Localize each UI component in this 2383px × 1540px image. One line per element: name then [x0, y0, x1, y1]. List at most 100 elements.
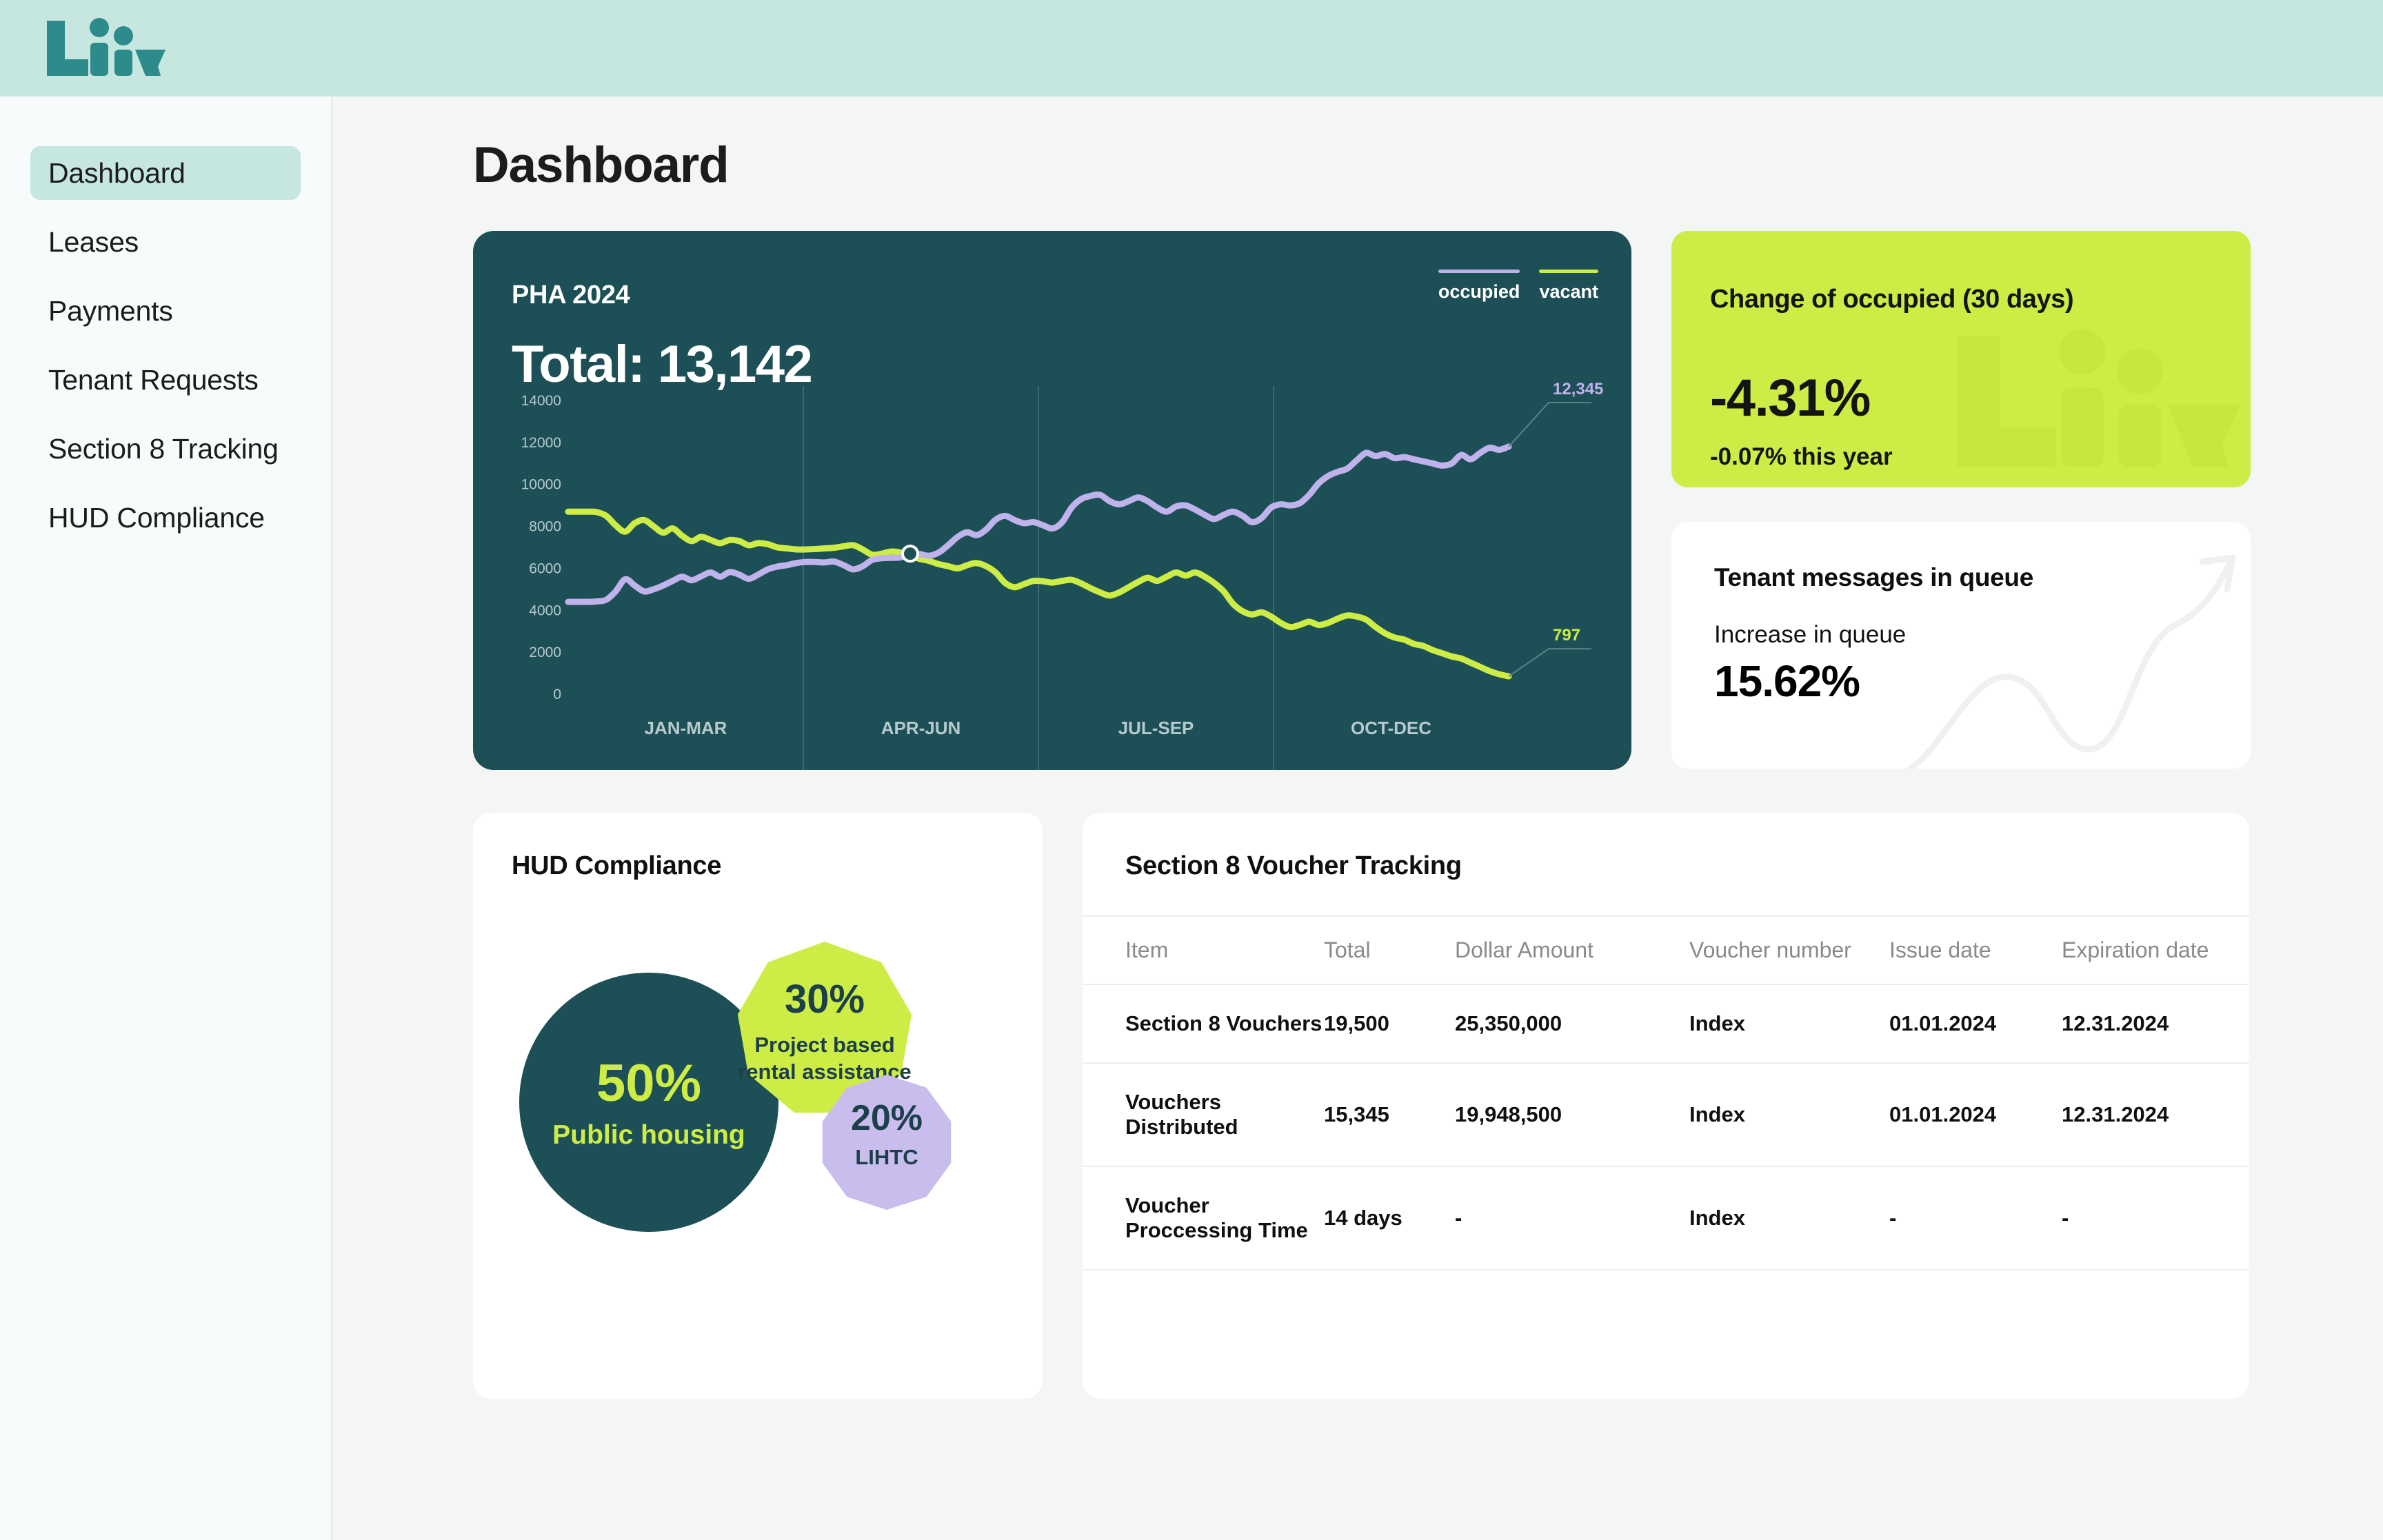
- chart-total-value: Total: 13,142: [512, 335, 813, 394]
- sidebar-item-label: Leases: [48, 225, 139, 258]
- svg-text:797: 797: [1553, 626, 1580, 645]
- sidebar-item-label: Dashboard: [48, 156, 185, 189]
- cell-voucher: Index: [1689, 1166, 1889, 1270]
- bubble-project-based-pct: 30%: [785, 977, 865, 1022]
- bubble-public-housing-pct: 50%: [596, 1054, 701, 1113]
- cell-total: 19,500: [1324, 984, 1455, 1064]
- hud-compliance-card: HUD Compliance 50% Public housing 30% Pr…: [473, 813, 1043, 1399]
- svg-text:JUL-SEP: JUL-SEP: [1118, 718, 1194, 738]
- sidebar-item-label: Section 8 Tracking: [48, 432, 279, 465]
- bubble-lihtc-label: LIHTC: [855, 1145, 918, 1169]
- table-row[interactable]: Voucher Proccessing Time 14 days - Index…: [1083, 1166, 2249, 1270]
- column-header-voucher-number[interactable]: Voucher number: [1689, 915, 1889, 985]
- table-header: Item Total Dollar Amount Voucher number …: [1083, 915, 2249, 985]
- occupancy-line-chart: 0 2000 4000 6000 8000 10000 12000 14000 JAN-MAR…: [521, 380, 1603, 770]
- voucher-tracking-table: Item Total Dollar Amount Voucher number …: [1083, 915, 2249, 1270]
- column-header-expiration-date[interactable]: Expiration date: [2062, 915, 2249, 985]
- kpi-column: Change of occupied (30 days) -4.31% -0.0…: [1671, 231, 2251, 769]
- crossover-marker: [901, 545, 919, 563]
- change-of-occupied-card: Change of occupied (30 days) -4.31% -0.0…: [1671, 231, 2251, 487]
- svg-text:4000: 4000: [529, 602, 561, 618]
- series-end-labels: 12,345 797: [1508, 380, 1603, 677]
- bubble-lihtc-pct: 20%: [851, 1098, 923, 1138]
- top-bar: [0, 0, 2383, 97]
- table-row[interactable]: Vouchers Distributed 15,345 19,948,500 I…: [1083, 1063, 2249, 1167]
- cell-total: 14 days: [1324, 1166, 1455, 1270]
- cell-item: Voucher Proccessing Time: [1083, 1166, 1324, 1270]
- chart-legend: occupied vacant: [1438, 270, 1598, 303]
- legend-label-occupied: occupied: [1438, 281, 1520, 302]
- bubble-project-based-label-line1: Project based: [754, 1033, 894, 1057]
- sidebar-item-label: Tenant Requests: [48, 363, 259, 396]
- cell-expiration-date: -: [2062, 1166, 2249, 1270]
- queue-card-subtitle: Increase in queue: [1714, 621, 1907, 648]
- kpi-change-title: Change of occupied (30 days): [1710, 285, 2074, 314]
- top-row: 0 2000 4000 6000 8000 10000 12000 14000 JAN-MAR…: [473, 231, 2383, 770]
- column-header-issue-date[interactable]: Issue date: [1889, 915, 2062, 985]
- queue-card-value: 15.62%: [1714, 656, 1860, 706]
- sidebar-item-label: Payments: [48, 294, 173, 327]
- svg-text:8000: 8000: [529, 519, 561, 535]
- cell-amount: 19,948,500: [1455, 1063, 1689, 1167]
- sidebar-item-payments[interactable]: Payments: [30, 284, 301, 338]
- svg-text:6000: 6000: [529, 560, 561, 576]
- sidebar-item-label: HUD Compliance: [48, 501, 265, 534]
- svg-text:APR-JUN: APR-JUN: [881, 718, 961, 738]
- svg-text:10000: 10000: [521, 477, 561, 493]
- cell-expiration-date: 12.31.2024: [2062, 984, 2249, 1064]
- liiv-logo-icon: [47, 18, 165, 76]
- section-8-voucher-tracking-card: Section 8 Voucher Tracking Item Total Do…: [1083, 813, 2249, 1399]
- cell-issue-date: 01.01.2024: [1889, 984, 2062, 1064]
- page-title: Dashboard: [473, 137, 730, 193]
- cell-amount: 25,350,000: [1455, 984, 1689, 1064]
- sidebar-item-tenant-requests[interactable]: Tenant Requests: [30, 353, 301, 407]
- kpi-change-value: -4.31%: [1710, 369, 1871, 427]
- cell-total: 15,345: [1324, 1063, 1455, 1167]
- pha-occupancy-chart-card: 0 2000 4000 6000 8000 10000 12000 14000 JAN-MAR…: [473, 231, 1631, 770]
- chart-y-axis-ticks: 0 2000 4000 6000 8000 10000 12000 14000: [521, 393, 561, 702]
- column-header-total[interactable]: Total: [1324, 915, 1455, 985]
- hud-compliance-bubble-chart: 50% Public housing 30% Project based ren…: [519, 942, 952, 1232]
- legend-item-vacant[interactable]: vacant: [1539, 270, 1598, 303]
- svg-text:12000: 12000: [521, 435, 561, 451]
- cell-issue-date: 01.01.2024: [1889, 1063, 2062, 1167]
- table-header-row: Item Total Dollar Amount Voucher number …: [1083, 915, 2249, 985]
- main-content: Dashboard 0 2000 4000 6000 8000 10000 12000 140…: [334, 97, 2383, 1540]
- svg-text:0: 0: [553, 687, 561, 702]
- cell-voucher: Index: [1689, 1063, 1889, 1167]
- svg-text:OCT-DEC: OCT-DEC: [1351, 718, 1431, 738]
- kpi-change-subtext: -0.07% this year: [1710, 443, 1893, 470]
- table-row[interactable]: Section 8 Vouchers 19,500 25,350,000 Ind…: [1083, 984, 2249, 1064]
- sidebar: Dashboard Leases Payments Tenant Request…: [0, 97, 332, 1540]
- sidebar-item-section-8-tracking[interactable]: Section 8 Tracking: [30, 422, 301, 476]
- voucher-tracking-title: Section 8 Voucher Tracking: [1125, 851, 1462, 880]
- bottom-row: HUD Compliance 50% Public housing 30% Pr…: [473, 813, 2383, 1399]
- cell-amount: -: [1455, 1166, 1689, 1270]
- bubble-public-housing-label: Public housing: [552, 1120, 745, 1150]
- svg-text:2000: 2000: [529, 645, 561, 660]
- column-header-dollar-amount[interactable]: Dollar Amount: [1455, 915, 1689, 985]
- legend-swatch-vacant: [1539, 270, 1598, 273]
- chart-header: PHA 2024: [512, 281, 630, 310]
- sidebar-item-leases[interactable]: Leases: [30, 215, 301, 269]
- hud-compliance-title: HUD Compliance: [512, 851, 722, 880]
- legend-swatch-occupied: [1438, 270, 1520, 273]
- svg-text:JAN-MAR: JAN-MAR: [645, 718, 727, 738]
- legend-item-occupied[interactable]: occupied: [1438, 270, 1520, 303]
- chart-kicker: PHA 2024: [512, 281, 630, 310]
- cell-voucher: Index: [1689, 984, 1889, 1064]
- svg-text:12,345: 12,345: [1553, 380, 1603, 398]
- column-header-item[interactable]: Item: [1083, 915, 1324, 985]
- bubble-lihtc[interactable]: [822, 1075, 952, 1210]
- tenant-messages-queue-card: Tenant messages in queue Increase in que…: [1671, 522, 2251, 769]
- table-body: Section 8 Vouchers 19,500 25,350,000 Ind…: [1083, 984, 2249, 1270]
- queue-card-title: Tenant messages in queue: [1714, 563, 2033, 591]
- sidebar-item-hud-compliance[interactable]: HUD Compliance: [30, 491, 301, 545]
- liiv-logo[interactable]: [43, 14, 167, 83]
- svg-text:14000: 14000: [521, 393, 561, 409]
- cell-item: Section 8 Vouchers: [1083, 984, 1324, 1064]
- cell-issue-date: -: [1889, 1166, 2062, 1270]
- sidebar-item-dashboard[interactable]: Dashboard: [30, 146, 301, 200]
- cell-item: Vouchers Distributed: [1083, 1063, 1324, 1167]
- legend-label-vacant: vacant: [1539, 281, 1598, 302]
